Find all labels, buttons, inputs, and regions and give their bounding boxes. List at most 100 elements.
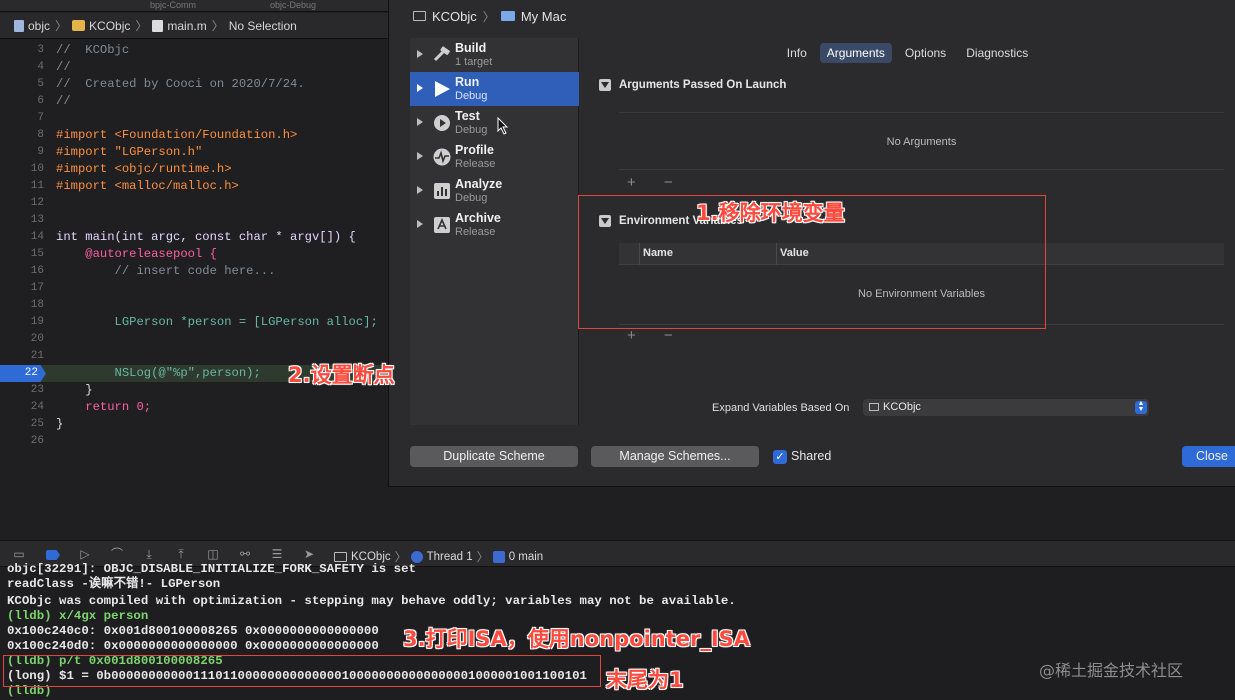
jump-bar-file[interactable]: main.m xyxy=(152,19,207,33)
jump-bar-folder[interactable]: KCObjc xyxy=(72,19,130,33)
target-icon xyxy=(334,551,347,562)
memory-graph-icon[interactable]: ⚯ xyxy=(238,548,252,561)
arguments-list[interactable]: No Arguments xyxy=(619,112,1224,170)
scheme-target[interactable]: KCObjc xyxy=(432,9,477,24)
code-line: 24 return 0; xyxy=(30,400,152,414)
code-line: 20 xyxy=(30,333,44,345)
tab-options[interactable]: Options xyxy=(898,43,953,63)
code-line: 25} xyxy=(30,417,64,431)
shared-label: Shared xyxy=(791,449,832,463)
console-line: KCObjc was compiled with optimization - … xyxy=(7,594,736,608)
profile-icon xyxy=(433,148,451,166)
scheme-action-archive[interactable]: Archive Release xyxy=(410,208,579,242)
run-icon xyxy=(435,81,450,97)
step-out-icon[interactable]: ⤒ xyxy=(174,548,188,561)
analyze-icon xyxy=(434,183,450,199)
xcode-window: bpjc-Comm objc-Debug objc 〉 KCObjc 〉 mai… xyxy=(0,0,1235,700)
thread-icon xyxy=(410,550,423,563)
frame-icon xyxy=(492,550,505,563)
scheme-action-build[interactable]: Build 1 target xyxy=(410,38,579,72)
breakpoints-toggle-icon[interactable] xyxy=(46,550,60,560)
scheme-actions-list: Build 1 target Run Debug Test Debug Prof… xyxy=(410,38,579,425)
scheme-destination-bar[interactable]: KCObjc 〉 My Mac xyxy=(389,0,1235,32)
editor-tab[interactable]: bpjc-Comm xyxy=(150,0,196,12)
console-line: 0x100c240c0: 0x001d800100008265 0x000000… xyxy=(7,624,379,638)
m-file-icon xyxy=(152,19,164,32)
scheme-action-profile[interactable]: Profile Release xyxy=(410,140,579,174)
duplicate-scheme-button[interactable]: Duplicate Scheme xyxy=(410,446,578,467)
code-line: 5// Created by Cooci on 2020/7/24. xyxy=(37,77,305,91)
manage-schemes-button[interactable]: Manage Schemes... xyxy=(591,446,759,467)
project-icon xyxy=(14,19,24,32)
disclosure-icon[interactable] xyxy=(417,118,423,126)
console-line: 0x100c240d0: 0x0000000000000000 0x000000… xyxy=(7,639,379,653)
environment-overrides-icon[interactable]: ☰ xyxy=(270,548,284,561)
mouse-cursor-icon xyxy=(497,117,509,135)
breakpoint-marker[interactable]: 22 xyxy=(0,365,46,382)
scheme-action-analyze[interactable]: Analyze Debug xyxy=(410,174,579,208)
target-icon xyxy=(413,11,426,21)
tab-info[interactable]: Info xyxy=(780,43,814,63)
annotation-remove-env: 1.移除环境变量 xyxy=(696,201,845,225)
jump-bar-project[interactable]: objc xyxy=(14,19,50,33)
code-line: 13 xyxy=(30,214,44,226)
arguments-add-remove[interactable]: + − xyxy=(627,174,685,191)
chevron-right-icon: 〉 xyxy=(55,19,68,33)
disclosure-icon[interactable] xyxy=(417,84,423,92)
chevron-right-icon: 〉 xyxy=(211,19,224,33)
code-line: 6// xyxy=(37,94,71,108)
console-line: objc[32291]: OBJC_DISABLE_INITIALIZE_FOR… xyxy=(7,562,416,576)
disclosure-icon[interactable] xyxy=(599,79,611,91)
console-line: (lldb) x/4gx person xyxy=(7,609,149,623)
code-line: 4// xyxy=(37,60,71,74)
arguments-section-header[interactable]: Arguments Passed On Launch xyxy=(599,79,786,91)
disclosure-icon[interactable] xyxy=(417,186,423,194)
hammer-icon xyxy=(433,46,450,62)
arguments-empty-text: No Arguments xyxy=(886,136,957,148)
code-line: 17 xyxy=(30,282,44,294)
annotation-box-isa xyxy=(3,655,601,687)
env-add-remove[interactable]: + − xyxy=(627,327,685,344)
watermark: @稀土掘金技术社区 xyxy=(1039,661,1184,680)
code-line: 26 xyxy=(30,435,44,447)
tab-diagnostics[interactable]: Diagnostics xyxy=(959,43,1035,63)
expand-variables-label: Expand Variables Based On xyxy=(712,402,850,414)
disclosure-icon[interactable] xyxy=(417,220,423,228)
hide-debug-area-icon[interactable]: ▭ xyxy=(12,548,26,561)
editor-tab-strip: bpjc-Comm objc-Debug xyxy=(0,0,388,12)
disclosure-icon[interactable] xyxy=(417,152,423,160)
code-line: 12 xyxy=(30,197,44,209)
jump-bar: objc 〉 KCObjc 〉 main.m 〉 No Selection xyxy=(0,13,388,39)
code-editor[interactable]: 3// KCObjc 4// 5// Created by Cooci on 2… xyxy=(0,40,388,540)
scheme-action-test[interactable]: Test Debug xyxy=(410,106,579,140)
code-line: 3// KCObjc xyxy=(37,43,130,57)
location-icon[interactable]: ➤ xyxy=(302,548,316,561)
laptop-icon xyxy=(500,11,515,21)
code-line: 9 #import "LGPerson.h" xyxy=(37,145,203,159)
step-into-icon[interactable]: ⤓ xyxy=(142,548,156,561)
target-icon xyxy=(869,403,879,411)
code-line: 11 #import <malloc/malloc.h> xyxy=(30,179,239,193)
view-hierarchy-icon[interactable]: ◫ xyxy=(206,548,220,561)
continue-icon[interactable]: ▷ xyxy=(78,548,92,561)
annotation-print-isa: 3.打印ISA，使用nonpointer_ISA xyxy=(403,627,751,651)
code-line: 14 int main(int argc, const char * argv[]… xyxy=(30,230,356,244)
jump-bar-selection[interactable]: No Selection xyxy=(229,19,297,33)
tab-arguments[interactable]: Arguments xyxy=(819,43,892,63)
scheme-destination[interactable]: My Mac xyxy=(521,9,567,24)
chevron-right-icon: 〉 xyxy=(482,9,495,24)
shared-checkbox[interactable]: ✓ xyxy=(773,450,787,464)
annotation-ends-with-1: 末尾为1 xyxy=(606,668,684,692)
console-line: readClass -诶嘛不错!- LGPerson xyxy=(7,577,221,591)
folder-icon xyxy=(72,20,86,31)
expand-variables-select[interactable]: KCObjc ▲ ▼ xyxy=(863,399,1149,416)
disclosure-icon[interactable] xyxy=(417,50,423,58)
scheme-tabs: Info Arguments Options Diagnostics xyxy=(579,38,1235,68)
archive-icon xyxy=(434,217,450,233)
chevron-right-icon: 〉 xyxy=(476,550,489,564)
close-button[interactable]: Close xyxy=(1182,446,1235,467)
step-over-icon[interactable]: ⌒ xyxy=(110,548,124,561)
editor-tab[interactable]: objc-Debug xyxy=(270,0,316,12)
code-line: 19 LGPerson *person = [LGPerson alloc]; xyxy=(30,315,378,329)
scheme-action-run[interactable]: Run Debug xyxy=(410,72,579,106)
